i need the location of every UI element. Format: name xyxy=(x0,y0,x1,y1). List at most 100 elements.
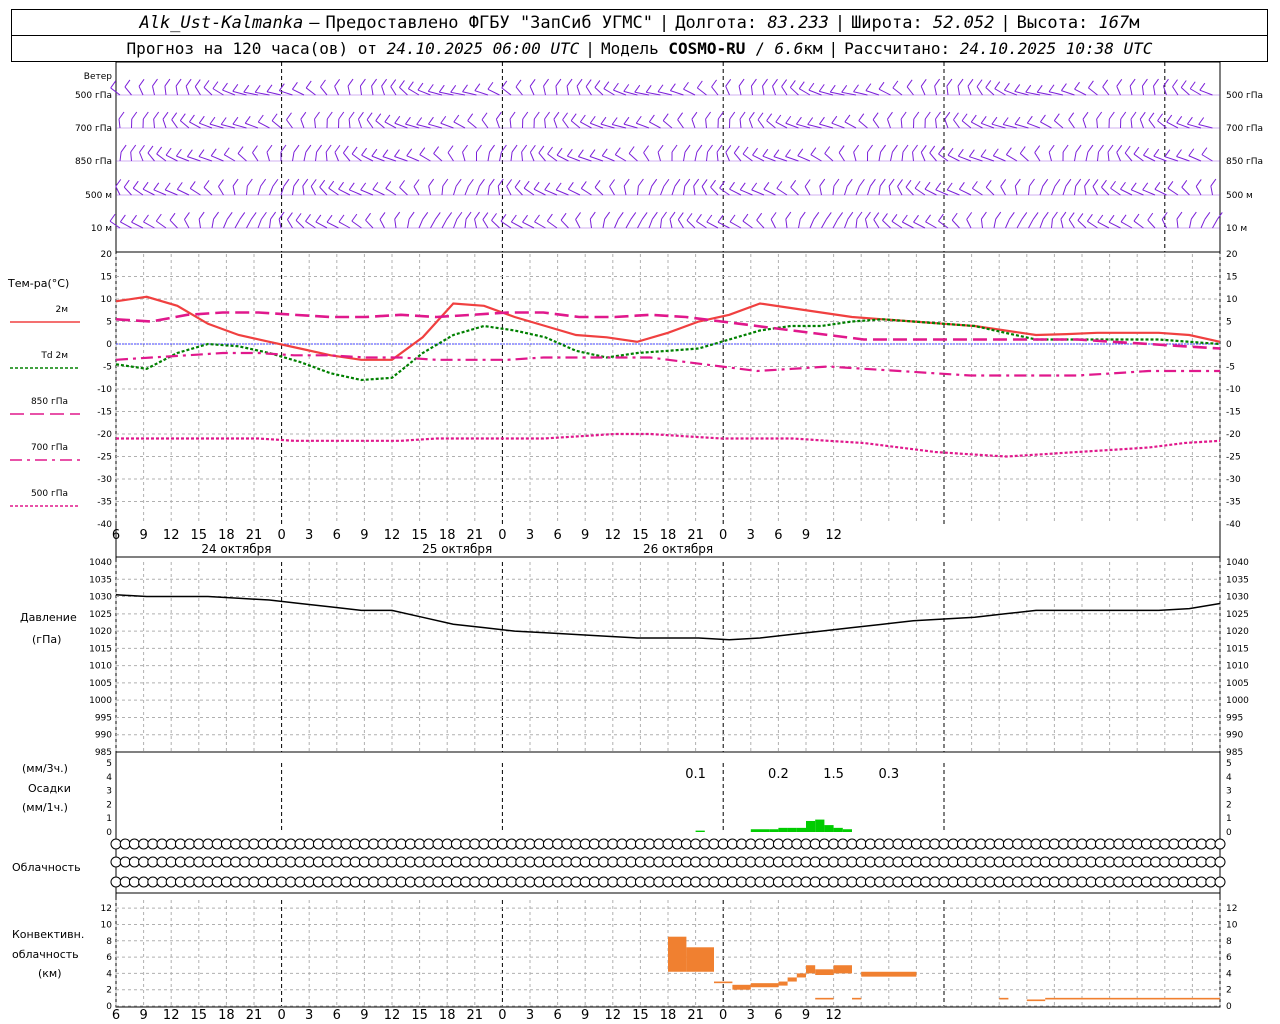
wind-barb-shaft xyxy=(740,189,753,196)
wind-barb xyxy=(696,214,707,229)
wind-barb-feather xyxy=(482,212,489,220)
hour-tick-label: 12 xyxy=(384,1008,401,1023)
wind-barb-feather xyxy=(534,214,540,223)
wind-barb-feather xyxy=(220,117,227,125)
wind-barb xyxy=(1201,147,1213,162)
wind-barb xyxy=(1019,146,1029,162)
conv-bar xyxy=(787,977,797,982)
wind-barb xyxy=(855,178,865,196)
wind-barb-feather xyxy=(1133,146,1140,155)
cloud-cover-upper xyxy=(119,838,131,850)
wind-barb-shaft xyxy=(696,220,707,229)
wind-barb xyxy=(677,212,684,229)
wind-barb xyxy=(562,112,569,129)
wind-barb-feather xyxy=(796,116,802,125)
cloud-cover-middle xyxy=(1168,856,1180,868)
wind-barb-feather xyxy=(1188,148,1195,157)
wind-barb xyxy=(853,144,860,162)
cloud-cover-lower xyxy=(414,876,426,888)
wind-barb xyxy=(394,211,401,229)
wind-barb xyxy=(547,146,558,162)
precip-tick-right: 5 xyxy=(1226,759,1232,769)
cloud-cover-upper xyxy=(460,838,472,850)
wind-barb xyxy=(325,144,332,162)
wind-barb-feather xyxy=(1120,214,1127,223)
wind-barb-shaft xyxy=(419,154,431,162)
wind-barb xyxy=(310,179,317,196)
wind-barb-shaft xyxy=(252,152,259,162)
wind-barb-feather xyxy=(434,212,441,220)
cloud-cover-lower xyxy=(1122,876,1134,888)
hour-tick-label: 18 xyxy=(218,528,235,543)
wind-barb xyxy=(1120,214,1133,229)
wind-barb xyxy=(186,149,201,162)
cloud-cover-upper xyxy=(322,838,334,850)
cloud-cover-upper xyxy=(966,838,978,850)
wind-barb-feather xyxy=(710,179,716,188)
cloud-cover-lower xyxy=(791,876,803,888)
wind-barb-feather xyxy=(131,111,138,120)
cloud-cover-middle xyxy=(910,856,922,868)
wind-barb-shaft xyxy=(853,151,857,162)
wind-level-label-right: 700 гПа xyxy=(1226,124,1263,134)
wind-barb-shaft xyxy=(1142,189,1156,196)
cloud-cover-upper xyxy=(699,838,711,850)
wind-barb xyxy=(509,111,516,129)
wind-barb-shaft xyxy=(886,119,891,129)
wind-barb-shaft xyxy=(1143,154,1156,162)
cloud-cover-lower xyxy=(496,876,508,888)
wind-barb xyxy=(594,180,604,196)
wind-barb-feather xyxy=(684,178,691,187)
wind-barb-shaft xyxy=(495,119,500,129)
wind-barb xyxy=(348,111,355,129)
wind-barb-feather xyxy=(446,212,453,220)
wind-barb-feather xyxy=(138,79,145,87)
wind-barb-shaft xyxy=(821,219,827,229)
cloud-cover-lower xyxy=(423,876,435,888)
cloud-cover-lower xyxy=(938,876,950,888)
cloud-cover-lower xyxy=(975,876,987,888)
cloud-cover-lower xyxy=(211,876,223,888)
temp-tick-right: 20 xyxy=(1226,250,1238,260)
wind-barb xyxy=(1048,84,1064,96)
wind-barb-feather xyxy=(416,117,423,125)
temp-tick-right: 5 xyxy=(1226,318,1232,328)
wind-barb-feather xyxy=(210,148,217,157)
wind-barb xyxy=(544,111,551,129)
wind-barb xyxy=(864,211,871,229)
hour-tick-label: 9 xyxy=(802,1008,810,1023)
wind-barb xyxy=(176,182,190,196)
wind-barb xyxy=(211,211,219,229)
wind-barb-shaft xyxy=(453,219,458,229)
wind-barb-feather xyxy=(785,211,792,220)
hour-tick-label: 18 xyxy=(660,1008,677,1023)
wind-barb-feather xyxy=(729,181,735,190)
cloud-cover-middle xyxy=(1067,856,1079,868)
wind-barb-shaft xyxy=(890,151,893,162)
cloud-cover-lower xyxy=(441,876,453,888)
wind-barb-feather xyxy=(1003,82,1010,91)
wind-barb xyxy=(291,82,305,96)
wind-barb xyxy=(453,114,466,129)
wind-barb xyxy=(1164,149,1179,162)
wind-barb xyxy=(1003,82,1018,96)
wind-barb xyxy=(677,112,684,129)
wind-barb-feather xyxy=(223,147,230,156)
wind-barb-feather xyxy=(1082,111,1089,120)
wind-barb xyxy=(351,146,362,162)
wind-barb xyxy=(1108,111,1115,129)
hour-tick-label: 9 xyxy=(802,528,810,543)
wind-barb-shaft xyxy=(365,219,374,229)
wind-barb xyxy=(648,211,658,229)
wind-barb-feather xyxy=(867,144,873,153)
wind-barb-shaft xyxy=(914,187,926,196)
wind-barb xyxy=(384,114,397,129)
wind-barb-shaft xyxy=(143,221,155,229)
wind-barb xyxy=(1189,81,1202,96)
wind-barb-feather xyxy=(360,182,367,191)
wind-barb-feather xyxy=(846,178,853,187)
temp-tick-right: 0 xyxy=(1226,340,1232,350)
wind-barb xyxy=(314,111,320,129)
cloud-cover-middle xyxy=(745,856,757,868)
cloud-cover-lower xyxy=(984,876,996,888)
